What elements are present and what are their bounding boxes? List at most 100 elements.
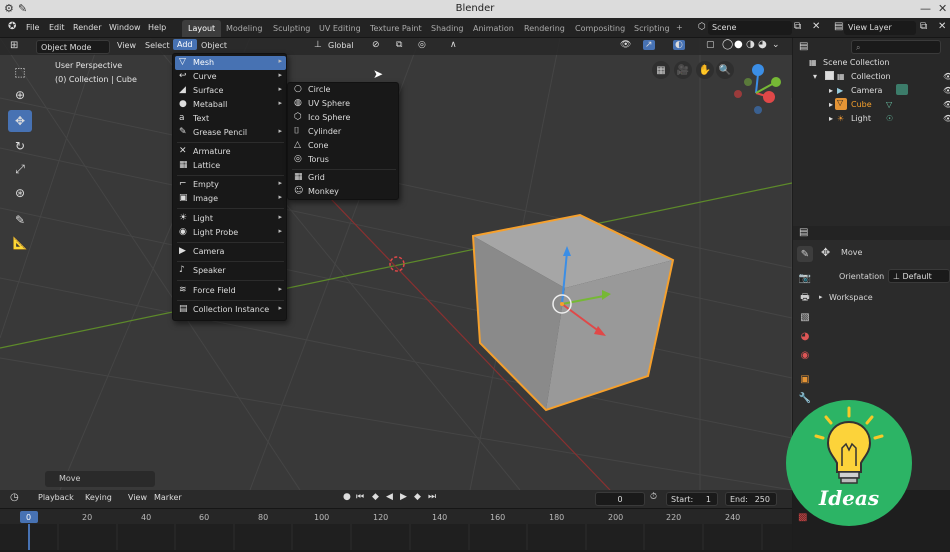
mesh-menu-ico-sphere[interactable]: ⬡ Ico Sphere <box>290 111 398 125</box>
outliner-light[interactable]: Light <box>851 114 871 127</box>
eye-icon[interactable]: 👁 <box>943 114 950 127</box>
record-icon[interactable]: ● <box>343 492 351 502</box>
scene-tab-icon[interactable]: ◕ <box>797 328 813 344</box>
tab-texture-paint[interactable]: Texture Paint <box>364 20 428 37</box>
eye-icon[interactable]: 👁 <box>943 72 950 85</box>
world-tab-icon[interactable]: ◉ <box>797 347 813 363</box>
cursor-tool-icon[interactable]: ⊕ <box>8 84 32 106</box>
object-tab-icon[interactable]: ▣ <box>797 371 813 387</box>
delete-scene-icon[interactable]: ✕ <box>812 21 820 32</box>
close-icon[interactable]: ✕ <box>938 2 947 15</box>
expand-arrow-icon[interactable]: ▸ <box>829 114 833 127</box>
tab-uv-editing[interactable]: UV Editing <box>313 20 367 37</box>
menu-render[interactable]: Render <box>73 23 101 32</box>
tab-modeling[interactable]: Modeling <box>220 20 268 37</box>
tab-rendering[interactable]: Rendering <box>518 20 571 37</box>
current-frame-field[interactable]: 0 <box>595 492 645 506</box>
add-menu-camera[interactable]: ▶ Camera <box>175 245 286 259</box>
expand-arrow-icon[interactable]: ▸ <box>829 86 833 99</box>
new-scene-icon[interactable]: ⧉ <box>794 21 801 32</box>
add-menu-text[interactable]: a Text <box>175 112 286 126</box>
shading-solid-icon[interactable]: ● <box>734 39 743 50</box>
menu-help[interactable]: Help <box>148 23 166 32</box>
shading-rendered-icon[interactable]: ◕ <box>758 39 767 50</box>
last-operator-panel[interactable]: Move <box>45 471 155 487</box>
checkbox-icon[interactable] <box>825 71 834 80</box>
add-menu-grease-pencil[interactable]: ✎ Grease Pencil ▸ <box>175 126 286 140</box>
jump-end-icon[interactable]: ⏭ <box>428 492 436 502</box>
tab-sculpting[interactable]: Sculpting <box>267 20 316 37</box>
minimize-icon[interactable]: — <box>920 2 931 15</box>
shading-material-icon[interactable]: ◑ <box>746 39 755 50</box>
new-view-layer-icon[interactable]: ⧉ <box>920 21 927 32</box>
add-menu-armature[interactable]: ✕ Armature <box>175 145 286 159</box>
scene-field[interactable]: Scene <box>708 21 792 35</box>
scale-tool-icon[interactable]: ⤢ <box>8 158 32 180</box>
tab-scripting[interactable]: Scripting <box>628 20 676 37</box>
eye-icon[interactable]: 👁 <box>943 100 950 113</box>
falloff-icon[interactable]: ∧ <box>450 40 457 50</box>
orientation-dropdown[interactable]: Global <box>328 41 354 50</box>
properties-editor-icon[interactable]: ▤ <box>799 227 808 238</box>
editor-type-icon[interactable]: ⊞ <box>10 40 18 51</box>
tabs-more-icon[interactable]: + <box>676 23 683 32</box>
add-menu-mesh[interactable]: ▽ Mesh ▸ <box>175 56 286 70</box>
measure-tool-icon[interactable]: 📐 <box>8 232 32 254</box>
delete-view-layer-icon[interactable]: ✕ <box>938 21 946 32</box>
mesh-menu-torus[interactable]: ◎ Torus <box>290 153 398 167</box>
jump-start-icon[interactable]: ⏮ <box>356 492 364 502</box>
mesh-menu-circle[interactable]: ○ Circle <box>290 83 398 97</box>
outliner-editor-icon[interactable]: ▤ <box>799 41 808 54</box>
play-icon[interactable]: ▶ <box>400 492 407 502</box>
add-menu-light-probe[interactable]: ◉ Light Probe ▸ <box>175 226 286 240</box>
timeline-editor-icon[interactable]: ◷ <box>10 492 19 503</box>
mesh-menu-grid[interactable]: ▦ Grid <box>290 171 398 185</box>
eye-icon[interactable]: 👁 <box>943 86 950 99</box>
zoom-icon[interactable]: 🔍 <box>716 61 734 79</box>
end-frame-field[interactable]: End: 250 <box>725 492 777 506</box>
render-tab-icon[interactable]: 📷 <box>797 270 813 286</box>
outliner-cube[interactable]: Cube <box>851 100 872 113</box>
expand-arrow-icon[interactable]: ▸ <box>829 100 833 113</box>
menu-timeline-view[interactable]: View <box>128 493 147 502</box>
collapse-arrow-icon[interactable]: ▾ <box>813 72 817 85</box>
tab-shading[interactable]: Shading <box>425 20 470 37</box>
menu-window[interactable]: Window <box>109 23 141 32</box>
toggle-grid-icon[interactable]: ▦ <box>652 61 670 79</box>
xray-icon[interactable]: ▢ <box>706 40 715 50</box>
prev-keyframe-icon[interactable]: ◆ <box>372 492 379 502</box>
menu-playback[interactable]: Playback <box>38 493 74 502</box>
stopwatch-icon[interactable]: ⏱ <box>650 492 657 502</box>
select-box-tool-icon[interactable]: ⬚ <box>8 61 32 83</box>
outliner-camera[interactable]: Camera <box>851 86 882 99</box>
start-frame-field[interactable]: Start: 1 <box>666 492 718 506</box>
add-menu-speaker[interactable]: ♪ Speaker <box>175 264 286 278</box>
mode-dropdown[interactable]: Object Mode <box>36 40 110 54</box>
add-menu-force-field[interactable]: ≋ Force Field ▸ <box>175 284 286 298</box>
outliner-scene-collection[interactable]: Scene Collection <box>823 58 890 71</box>
tab-compositing[interactable]: Compositing <box>569 20 631 37</box>
outliner-collection[interactable]: Collection <box>851 72 891 85</box>
mesh-menu-cylinder[interactable]: ⌷ Cylinder <box>290 125 398 139</box>
tab-layout[interactable]: Layout <box>182 20 222 37</box>
overlay-toggle-icon[interactable]: ◐ <box>673 40 685 50</box>
add-menu-image[interactable]: ▣ Image ▸ <box>175 192 286 206</box>
tab-animation[interactable]: Animation <box>467 20 520 37</box>
tool-tab-icon[interactable]: ✎ <box>797 246 813 262</box>
add-menu-collection-instance[interactable]: ▤ Collection Instance ▸ <box>175 303 286 317</box>
orientation-dropdown[interactable]: ⊥ Default <box>888 269 950 283</box>
output-tab-icon[interactable]: 🖶 <box>797 290 813 306</box>
menu-object[interactable]: Object <box>201 41 227 50</box>
add-menu-curve[interactable]: ↩ Curve ▸ <box>175 70 286 84</box>
snap-icon[interactable]: ⧉ <box>396 40 402 50</box>
mesh-menu-cone[interactable]: △ Cone <box>290 139 398 153</box>
mesh-menu-uv-sphere[interactable]: ◍ UV Sphere <box>290 97 398 111</box>
add-menu-empty[interactable]: ⌐ Empty ▸ <box>175 178 286 192</box>
camera-view-icon[interactable]: 🎥 <box>674 61 692 79</box>
add-menu-metaball[interactable]: ● Metaball ▸ <box>175 98 286 112</box>
shading-options-icon[interactable]: ⌄ <box>772 40 780 50</box>
menu-marker[interactable]: Marker <box>154 493 182 502</box>
add-menu-lattice[interactable]: ▦ Lattice <box>175 159 286 173</box>
menu-keying[interactable]: Keying <box>85 493 112 502</box>
menu-view[interactable]: View <box>117 41 136 50</box>
